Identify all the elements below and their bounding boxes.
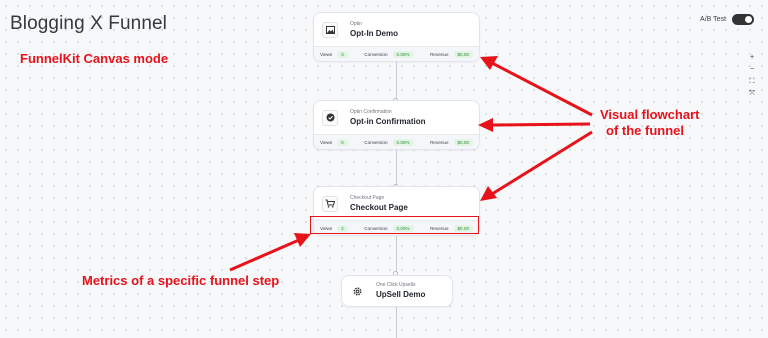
annotation-flowchart-line1: Visual flowchart: [600, 107, 700, 122]
arrowhead-step1: [480, 56, 498, 70]
annotation-metrics: Metrics of a specific funnel step: [82, 273, 280, 288]
arrow-to-step1: [491, 61, 593, 117]
arrow-to-metrics: [229, 238, 300, 272]
arrow-to-step2: [491, 122, 591, 127]
arrowhead-step2: [478, 118, 493, 132]
annotation-flowchart-line2: of the funnel: [606, 123, 684, 138]
annotation-flowchart: Visual flowchart of the funnel: [600, 107, 699, 139]
arrow-to-step3: [491, 130, 593, 196]
